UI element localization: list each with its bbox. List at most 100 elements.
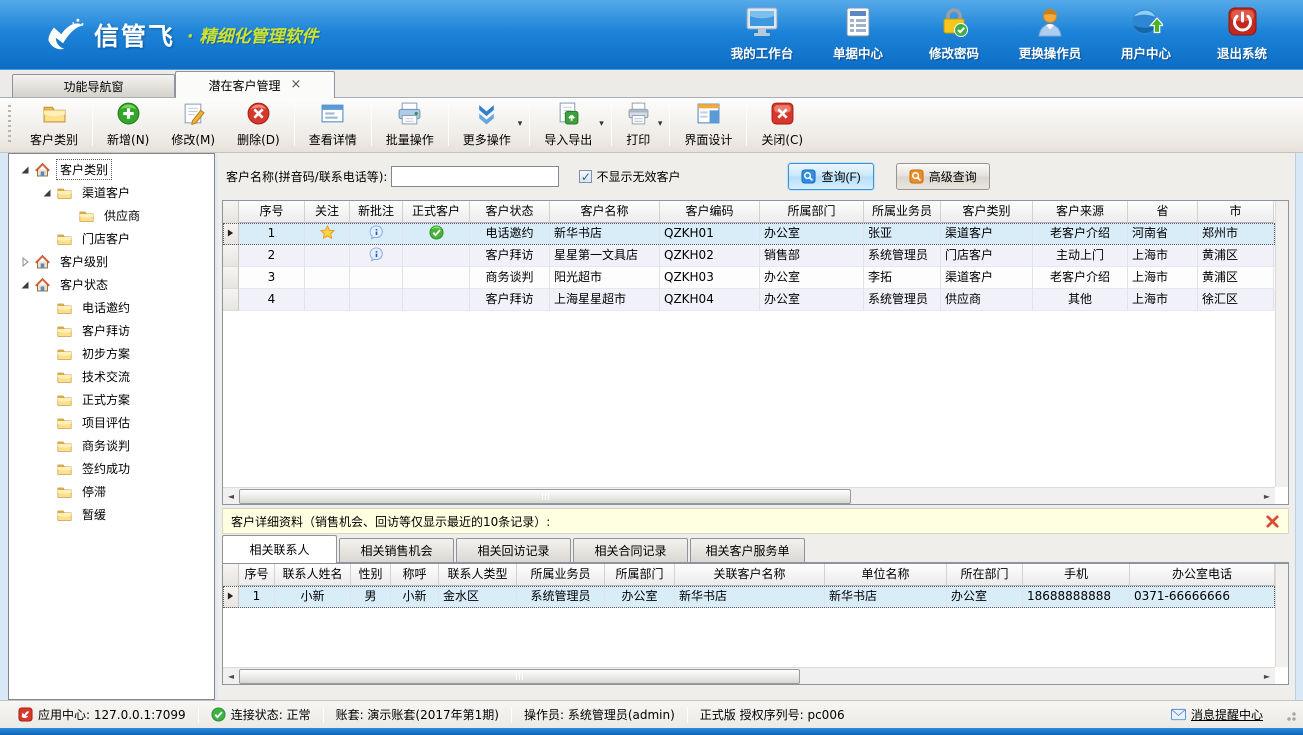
- collapse-icon[interactable]: [19, 164, 31, 176]
- customer-grid-col-seq[interactable]: 序号: [239, 201, 305, 223]
- customer-grid-hscrollbar[interactable]: ◄ ►: [223, 487, 1275, 504]
- change-password-button[interactable]: 修改密码: [911, 3, 997, 66]
- toolbar-more-ops-button[interactable]: 更多操作: [452, 98, 522, 151]
- toolbar-modify-button[interactable]: 修改(M): [160, 98, 226, 151]
- scroll-right-icon[interactable]: ►: [1259, 672, 1275, 681]
- scroll-right-icon[interactable]: ►: [1259, 492, 1275, 501]
- customer-grid-row-4[interactable]: 4客户拜访上海星星超市QZKH04办公室系统管理员供应商其他上海市徐汇区: [223, 289, 1275, 311]
- contacts-grid-col-customer[interactable]: 关联客户名称: [675, 564, 825, 586]
- tree-item-11[interactable]: 项目评估: [9, 411, 214, 434]
- tree-item-0[interactable]: 客户类别: [9, 158, 214, 181]
- contacts-grid-col-dept[interactable]: 所属部门: [605, 564, 675, 586]
- scroll-track[interactable]: [239, 669, 1259, 684]
- tree-item-5[interactable]: 客户状态: [9, 273, 214, 296]
- contacts-grid-col-seq[interactable]: 序号: [239, 564, 275, 586]
- expand-icon[interactable]: [19, 256, 31, 268]
- my-workspace-button[interactable]: 我的工作台: [719, 3, 805, 66]
- contacts-grid-col-salesman[interactable]: 所属业务员: [517, 564, 605, 586]
- scroll-thumb[interactable]: [239, 489, 851, 504]
- collapse-icon[interactable]: [41, 187, 53, 199]
- scroll-thumb[interactable]: [239, 669, 800, 684]
- customer-grid-col-city[interactable]: 市: [1198, 201, 1274, 223]
- contacts-grid-col-mobile[interactable]: 手机: [1023, 564, 1130, 586]
- tab-nav-window[interactable]: 功能导航窗: [12, 74, 175, 97]
- scroll-left-icon[interactable]: ◄: [223, 672, 239, 681]
- toolbar-more-ops-dropdown-icon[interactable]: ▾: [518, 119, 523, 129]
- customer-grid-col-dept[interactable]: 所属部门: [760, 201, 864, 223]
- toolbar-close-button[interactable]: 关闭(C): [750, 98, 814, 151]
- customer-grid-col-province[interactable]: 省: [1128, 201, 1198, 223]
- tree-item-6[interactable]: 电话邀约: [9, 296, 214, 319]
- customer-grid-col-note[interactable]: 新批注: [350, 201, 403, 223]
- contacts-grid-col-company[interactable]: 单位名称: [825, 564, 947, 586]
- toolbar-customer-category-button[interactable]: 客户类别: [19, 98, 89, 151]
- tree-item-1[interactable]: 渠道客户: [9, 181, 214, 204]
- customer-grid-col-status[interactable]: 客户状态: [470, 201, 550, 223]
- detail-tab-2[interactable]: 相关回访记录: [456, 538, 571, 562]
- tree-item-2[interactable]: 供应商: [9, 204, 214, 227]
- contacts-grid-vscrollbar[interactable]: [1275, 564, 1288, 667]
- customer-grid-col-code[interactable]: 客户编码: [660, 201, 760, 223]
- detail-tab-0[interactable]: 相关联系人: [222, 535, 337, 563]
- tab-potential-customers[interactable]: 潜在客户管理×: [175, 71, 335, 98]
- tree-item-8[interactable]: 初步方案: [9, 342, 214, 365]
- toolbar-view-details-button[interactable]: 查看详情: [298, 98, 368, 151]
- query-button[interactable]: 查询(F): [788, 163, 873, 190]
- contacts-grid-col-indept[interactable]: 所在部门: [947, 564, 1023, 586]
- toolbar-add-button[interactable]: 新增(N): [96, 98, 160, 151]
- scroll-left-icon[interactable]: ◄: [223, 492, 239, 501]
- contacts-grid-col-office[interactable]: 办公室电话: [1130, 564, 1275, 586]
- user-center-button[interactable]: 用户中心: [1103, 3, 1189, 66]
- tree-item-12[interactable]: 商务谈判: [9, 434, 214, 457]
- collapse-icon[interactable]: [19, 279, 31, 291]
- tree-item-14[interactable]: 停滞: [9, 480, 214, 503]
- toolbar-delete-button[interactable]: 删除(D): [226, 98, 291, 151]
- customer-grid-col-formal[interactable]: 正式客户: [403, 201, 470, 223]
- contacts-grid-hscrollbar[interactable]: ◄ ►: [223, 667, 1275, 684]
- contacts-grid-row-1[interactable]: 1小新男小新金水区系统管理员办公室新华书店新华书店办公室186888888880…: [223, 586, 1275, 608]
- detail-tab-3[interactable]: 相关合同记录: [573, 538, 688, 562]
- document-center-button[interactable]: 单据中心: [815, 3, 901, 66]
- tree-item-9[interactable]: 技术交流: [9, 365, 214, 388]
- tab-close-icon[interactable]: ×: [291, 80, 302, 90]
- resize-grip[interactable]: [1283, 708, 1297, 722]
- tree-item-3[interactable]: 门店客户: [9, 227, 214, 250]
- tree-item-10[interactable]: 正式方案: [9, 388, 214, 411]
- customer-grid-vscrollbar[interactable]: [1275, 201, 1288, 487]
- status-message-center-text[interactable]: 消息提醒中心: [1191, 706, 1263, 723]
- customer-name-input[interactable]: [391, 166, 559, 187]
- tree-item-13[interactable]: 签约成功: [9, 457, 214, 480]
- toolbar-import-export-dropdown-icon[interactable]: ▾: [599, 119, 604, 129]
- customer-grid-col-salesman[interactable]: 所属业务员: [864, 201, 941, 223]
- customer-grid-row-2[interactable]: 2客户拜访星星第一文具店QZKH02销售部系统管理员门店客户主动上门上海市黄浦区: [223, 245, 1275, 267]
- scroll-track[interactable]: [239, 489, 1259, 504]
- customer-grid-col-source[interactable]: 客户来源: [1033, 201, 1128, 223]
- contacts-grid-col-type[interactable]: 联系人类型: [439, 564, 517, 586]
- toolbar-import-export-button[interactable]: 导入导出: [533, 98, 603, 151]
- tree-item-7[interactable]: 客户拜访: [9, 319, 214, 342]
- contacts-grid-col-gender[interactable]: 性别: [351, 564, 391, 586]
- toolbar-print-button[interactable]: 打印: [615, 98, 662, 151]
- toolbar-ui-design-button[interactable]: 界面设计: [673, 98, 743, 151]
- customer-grid-col-category[interactable]: 客户类别: [941, 201, 1033, 223]
- switch-operator-button[interactable]: 更换操作员: [1007, 3, 1093, 66]
- customer-grid-col-name[interactable]: 客户名称: [550, 201, 660, 223]
- contacts-grid-col-name[interactable]: 联系人姓名: [275, 564, 351, 586]
- toolbar-grip[interactable]: [8, 105, 11, 143]
- contacts-grid-col-title[interactable]: 称呼: [391, 564, 439, 586]
- tree-item-4[interactable]: 客户级别: [9, 250, 214, 273]
- toolbar-print-dropdown-icon[interactable]: ▾: [658, 119, 663, 129]
- advanced-query-button[interactable]: 高级查询: [896, 163, 990, 190]
- detail-tab-4[interactable]: 相关客户服务单: [690, 538, 805, 562]
- toolbar-batch-ops-button[interactable]: 批量操作: [375, 98, 445, 151]
- hide-invalid-checkbox[interactable]: ✓: [579, 170, 592, 183]
- customer-grid-row-3[interactable]: 3商务谈判阳光超市QZKH03办公室李拓渠道客户老客户介绍上海市黄浦区: [223, 267, 1275, 289]
- customer-grid-row-1[interactable]: 1电话邀约新华书店QZKH01办公室张亚渠道客户老客户介绍河南省郑州市: [223, 223, 1275, 245]
- tree-item-15[interactable]: 暂缓: [9, 503, 214, 526]
- status-message-center[interactable]: 消息提醒中心: [1159, 706, 1275, 723]
- detail-close-icon[interactable]: [1265, 514, 1280, 529]
- detail-tab-1[interactable]: 相关销售机会: [339, 538, 454, 562]
- contacts-grid-cell-salesman: 系统管理员: [517, 586, 605, 608]
- exit-system-button[interactable]: 退出系统: [1199, 3, 1285, 66]
- customer-grid-col-star[interactable]: 关注: [305, 201, 350, 223]
